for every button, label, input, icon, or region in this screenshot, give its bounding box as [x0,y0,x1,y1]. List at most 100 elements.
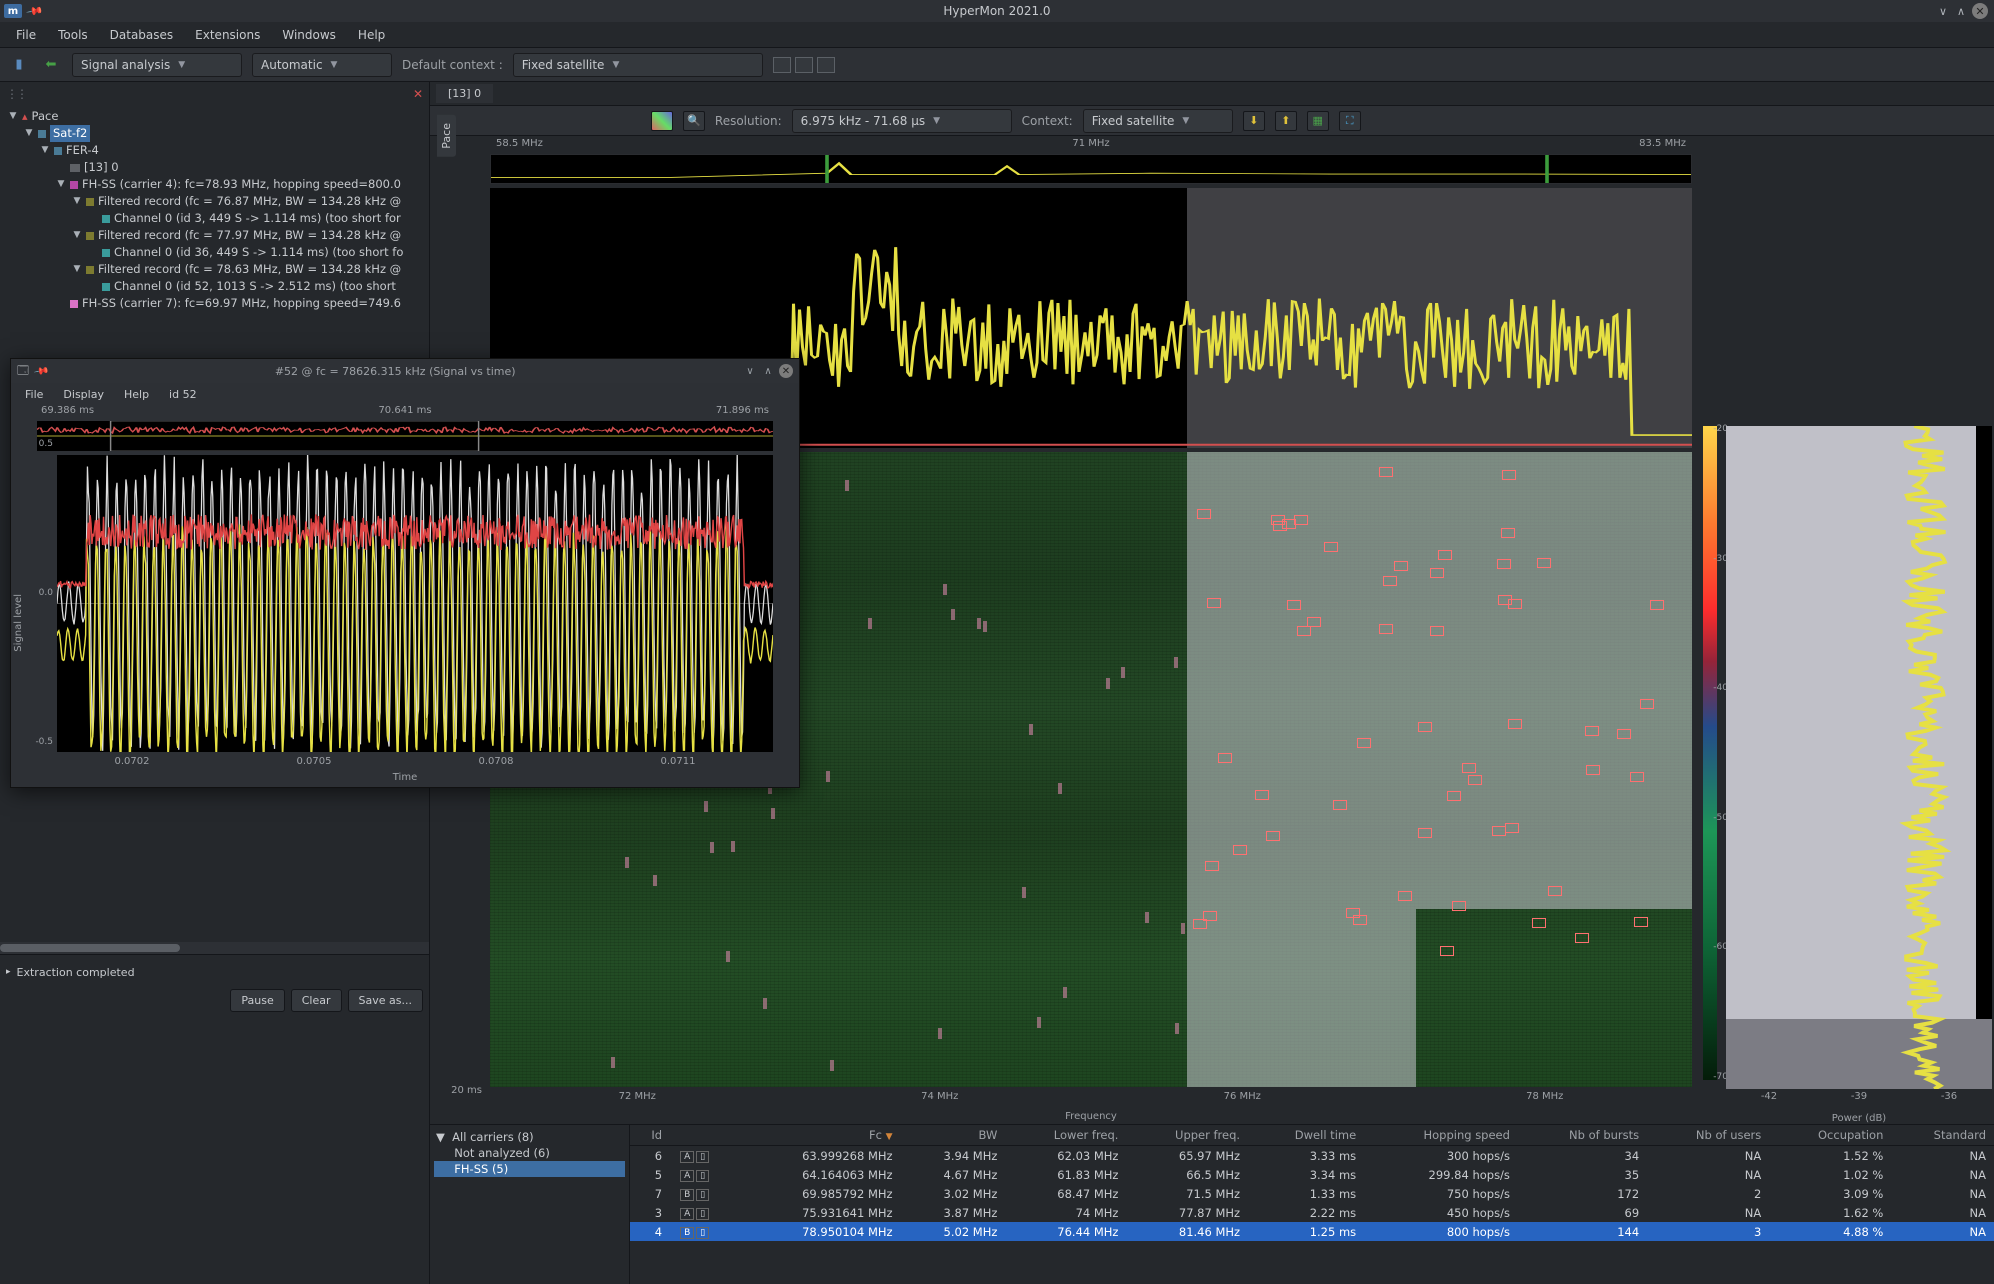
tree-row[interactable]: Channel 0 (id 52, 1013 S -> 2.512 ms) (t… [4,278,425,295]
tree-row[interactable]: ▼Filtered record (fc = 78.63 MHz, BW = 1… [4,261,425,278]
carriers-table[interactable]: IdFc ▼BWLower freq.Upper freq.Dwell time… [630,1125,1994,1284]
tree-header: ⋮⋮ ✕ [0,82,429,106]
tree-row[interactable]: ▼Filtered record (fc = 76.87 MHz, BW = 1… [4,193,425,210]
list-item[interactable]: ▼ All carriers (8) [434,1129,625,1145]
window-title: HyperMon 2021.0 [943,4,1050,18]
layout-2-button[interactable] [795,57,813,73]
grid-icon[interactable]: ▦ [1307,111,1329,131]
popup-top-scale: 69.386 ms70.641 ms71.896 ms [11,405,799,421]
menu-bar: File Tools Databases Extensions Windows … [0,22,1994,48]
layout-1-button[interactable] [773,57,791,73]
tab-main[interactable]: [13] 0 [436,84,493,103]
freq-x-label: Frequency [486,1109,1696,1124]
popup-title-bar[interactable]: 🗔 📌 #52 @ fc = 78626.315 kHz (Signal vs … [11,359,799,383]
saveas-button[interactable]: Save as... [348,989,423,1012]
menu-databases[interactable]: Databases [100,25,184,45]
context-label: Default context : [402,58,503,72]
tree-close-icon[interactable]: ✕ [413,87,423,101]
minimize-icon[interactable]: ∨ [1936,4,1950,18]
layout-3-button[interactable] [817,57,835,73]
tree-row[interactable]: ▼Sat-f2 [4,125,425,142]
popup-menu-file[interactable]: File [17,386,51,403]
table-row[interactable]: 7B▯69.985792 MHz3.02 MHz68.47 MHz71.5 MH… [630,1184,1994,1203]
popup-x-label: Time [11,772,799,787]
popup-title: #52 @ fc = 78626.315 kHz (Signal vs time… [47,365,743,378]
tree-row[interactable]: ▼FER-4 [4,142,425,159]
menu-extensions[interactable]: Extensions [185,25,270,45]
tree-row[interactable]: ▼Filtered record (fc = 77.97 MHz, BW = 1… [4,227,425,244]
overview-freq-scale: 58.5 MHz71 MHz83.5 MHz [486,136,1696,154]
pause-button[interactable]: Pause [230,989,284,1012]
overview-strip[interactable] [490,154,1692,184]
clear-button[interactable]: Clear [291,989,342,1012]
context-combo[interactable]: Fixed satellite▼ [513,53,763,77]
menu-file[interactable]: File [6,25,46,45]
popup-menu-bar: File Display Help id 52 [11,383,799,405]
menu-windows[interactable]: Windows [272,25,346,45]
table-row[interactable]: 4B▯78.950104 MHz5.02 MHz76.44 MHz81.46 M… [630,1222,1994,1241]
mode-combo[interactable]: Automatic ▼ [252,53,392,77]
popup-app-icon: 🗔 [17,362,29,381]
status-twisty-icon[interactable]: ▸ [6,967,11,977]
table-row[interactable]: 5A▯64.164063 MHz4.67 MHz61.83 MHz66.5 MH… [630,1165,1994,1184]
popup-menu-id[interactable]: id 52 [161,386,205,403]
power-plot[interactable]: -42-39-36 Power (dB) [1724,424,1994,1124]
folder-icon[interactable]: ▮ [8,54,30,76]
list-item[interactable]: Not analyzed (6) [434,1145,625,1161]
tree-scrollbar[interactable] [0,942,429,954]
tree-row[interactable]: [13] 0 [4,159,425,176]
results-panel: ▼ All carriers (8) Not analyzed (6) FH-S… [430,1124,1994,1284]
close-icon[interactable]: ✕ [1972,3,1988,19]
tree-row[interactable]: Channel 0 (id 3, 449 S -> 1.114 ms) (too… [4,210,425,227]
analysis-context-combo[interactable]: Fixed satellite ▼ [1083,109,1233,133]
tree-row[interactable]: FH-SS (carrier 7): fc=69.97 MHz, hopping… [4,295,425,312]
analysis-context-value: Fixed satellite [1092,114,1175,128]
resolution-value: 6.975 kHz - 71.68 µs [801,114,925,128]
view-color-icon[interactable] [651,111,673,131]
tree-row[interactable]: ▼FH-SS (carrier 4): fc=78.93 MHz, hoppin… [4,176,425,193]
popup-x-scale: 0.07020.07050.07080.0711 [11,756,799,772]
table-row[interactable]: 6A▯63.999268 MHz3.94 MHz62.03 MHz65.97 M… [630,1146,1994,1166]
status-text: Extraction completed [17,966,135,979]
tree-row[interactable]: ▼▴Pace [4,108,425,125]
popup-close-icon[interactable]: ✕ [779,364,793,378]
popup-menu-display[interactable]: Display [55,386,112,403]
menu-help[interactable]: Help [348,25,395,45]
popup-plot[interactable] [57,455,773,752]
title-bar: m 📌 HyperMon 2021.0 ∨ ∧ ✕ [0,0,1994,22]
tree-drag-icon[interactable]: ⋮⋮ [6,87,26,101]
layout-buttons [773,57,835,73]
chevron-down-icon: ▼ [178,60,185,70]
popup-max-icon[interactable]: ∧ [761,364,775,378]
pin-icon[interactable]: 📌 [26,2,45,21]
mode-combo-value: Automatic [261,58,323,72]
popup-menu-help[interactable]: Help [116,386,157,403]
analysis-context-label: Context: [1022,114,1073,128]
carrier-category-list[interactable]: ▼ All carriers (8) Not analyzed (6) FH-S… [430,1125,630,1284]
analysis-toolbar: ⊘ 🔍 Resolution: 6.975 kHz - 71.68 µs▼ Co… [430,106,1994,136]
expand-icon[interactable]: ⛶ [1339,111,1361,131]
project-tree[interactable]: ▼▴Pace▼Sat-f2▼FER-4[13] 0▼FH-SS (carrier… [0,106,429,366]
chevron-down-icon: ▼ [331,60,338,70]
menu-tools[interactable]: Tools [48,25,98,45]
power-x-label: Power (dB) [1724,1113,1994,1124]
table-row[interactable]: 3A▯75.931641 MHz3.87 MHz74 MHz77.87 MHz2… [630,1203,1994,1222]
magnify-icon[interactable]: 🔍 [683,111,705,131]
pace-side-tab[interactable]: Pace [437,115,456,157]
resolution-combo[interactable]: 6.975 kHz - 71.68 µs▼ [792,109,1012,133]
analysis-combo[interactable]: Signal analysis▼ [72,53,242,77]
export-down-icon[interactable]: ⬇ [1243,111,1265,131]
popup-overview[interactable] [37,421,773,451]
maximize-icon[interactable]: ∧ [1954,4,1968,18]
popup-y-label: Signal level [13,594,24,652]
status-panel: ▸ Extraction completed Pause Clear Save … [0,954,429,1284]
popup-min-icon[interactable]: ∨ [743,364,757,378]
signal-popup[interactable]: 🗔 📌 #52 @ fc = 78626.315 kHz (Signal vs … [10,358,800,788]
export-up-icon[interactable]: ⬆ [1275,111,1297,131]
tree-row[interactable]: Channel 0 (id 36, 449 S -> 1.114 ms) (to… [4,244,425,261]
tab-strip: [13] 0 [430,82,1994,106]
prev-icon[interactable]: ⬅ [40,54,62,76]
list-item[interactable]: FH-SS (5) [434,1161,625,1177]
resolution-label: Resolution: [715,114,782,128]
chevron-down-icon: ▼ [1182,116,1189,126]
